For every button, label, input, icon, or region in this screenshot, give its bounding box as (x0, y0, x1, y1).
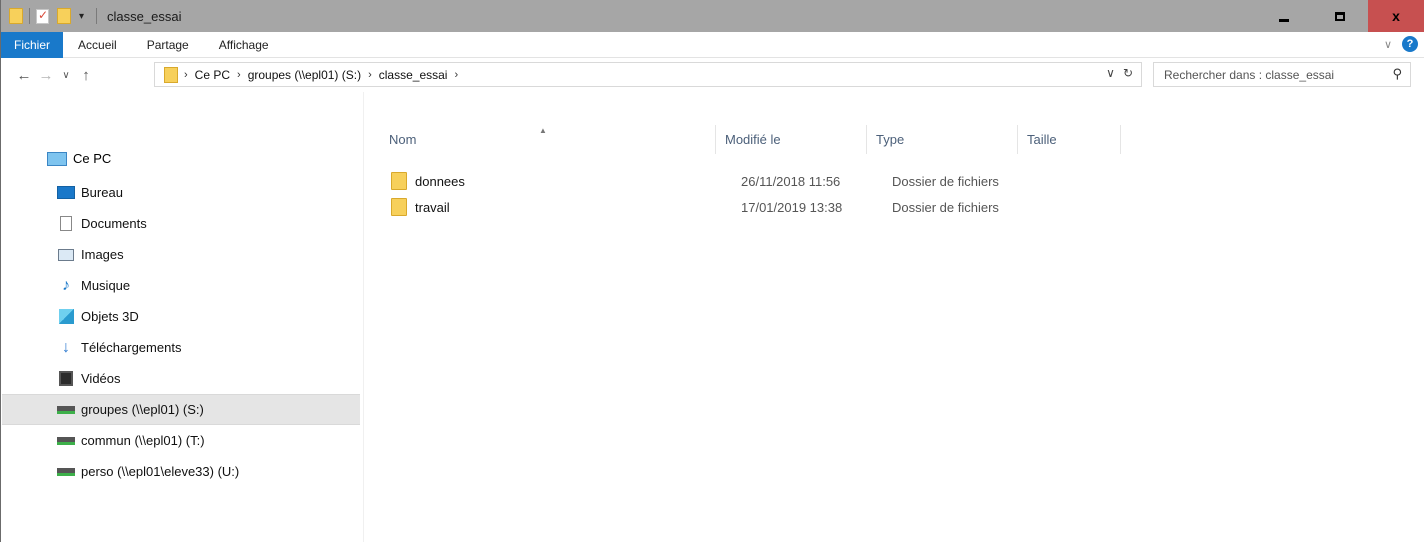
recent-locations-chevron-icon[interactable]: ∨ (57, 70, 75, 81)
nav-item-label: Téléchargements (81, 340, 182, 355)
maximize-icon (1335, 11, 1345, 21)
navigation-pane: Ce PC Bureau Documents Images ♪ Musique (2, 92, 364, 542)
music-icon: ♪ (62, 276, 70, 294)
file-list-pane: ▲ Nom Modifié le Type Taille donnees 26/… (364, 92, 1424, 542)
file-name: travail (415, 199, 450, 215)
navigation-row: ← → ∨ ↑ › Ce PC › groupes (\\epl01) (S:)… (1, 58, 1424, 92)
nav-item-objets-3d[interactable]: Objets 3D (2, 301, 363, 332)
back-arrow-icon[interactable]: ← (13, 67, 35, 84)
nav-item-images[interactable]: Images (2, 239, 363, 270)
ribbon-right-controls: ∨ ? (1384, 36, 1418, 52)
nav-item-label: commun (\\epl01) (T:) (81, 433, 205, 448)
breadcrumb-groupes[interactable]: groupes (\\epl01) (S:) (248, 68, 361, 82)
images-icon (57, 247, 75, 263)
maximize-button[interactable] (1312, 0, 1368, 32)
ribbon-tabs: Fichier Accueil Partage Affichage ∨ ? (1, 31, 1424, 58)
breadcrumb-separator-icon[interactable]: › (368, 69, 372, 81)
search-icon[interactable]: ⚲ (1392, 66, 1402, 82)
computer-icon (47, 151, 67, 166)
divider (96, 8, 98, 24)
network-drive-icon (57, 464, 75, 480)
column-header-label: Nom (389, 132, 417, 147)
nav-item-groupes[interactable]: groupes (\\epl01) (S:) (2, 394, 360, 425)
expand-ribbon-chevron-icon[interactable]: ∨ (1384, 38, 1392, 51)
file-name: donnees (415, 173, 465, 189)
refresh-icon[interactable]: ↻ (1123, 66, 1133, 80)
customize-toolbar-dropdown-icon[interactable]: ▾ (79, 11, 84, 22)
nav-item-label: perso (\\epl01\eleve33) (U:) (81, 464, 240, 479)
breadcrumb-separator-icon[interactable]: › (454, 69, 458, 81)
table-row[interactable]: donnees 26/11/2018 11:56 Dossier de fich… (364, 168, 1034, 194)
file-type: Dossier de fichiers (892, 173, 999, 189)
up-arrow-icon[interactable]: ↑ (75, 67, 97, 84)
column-header-modified[interactable]: Modifié le (716, 125, 867, 154)
nav-item-label: Objets 3D (81, 309, 139, 324)
column-header-size[interactable]: Taille (1018, 125, 1121, 154)
documents-icon (57, 216, 75, 232)
help-icon[interactable]: ? (1402, 36, 1418, 52)
nav-item-label: Ce PC (73, 151, 112, 166)
breadcrumb-classe-essai[interactable]: classe_essai (379, 68, 448, 82)
downloads-icon: ↓ (62, 338, 70, 356)
nav-item-label: Vidéos (81, 371, 121, 386)
nav-item-commun[interactable]: commun (\\epl01) (T:) (2, 425, 363, 456)
tab-fichier[interactable]: Fichier (1, 31, 64, 58)
nav-item-label: Images (81, 247, 124, 262)
forward-arrow-icon[interactable]: → (35, 67, 57, 84)
nav-item-this-pc[interactable]: Ce PC (47, 151, 111, 166)
file-type: Dossier de fichiers (892, 199, 999, 215)
address-history-chevron-icon[interactable]: ∨ (1106, 66, 1115, 80)
file-rows: donnees 26/11/2018 11:56 Dossier de fich… (364, 168, 1034, 220)
column-header-type[interactable]: Type (867, 125, 1018, 154)
quick-access-toolbar: ▾ classe_essai (1, 0, 181, 32)
minimize-button[interactable] (1256, 0, 1312, 32)
nav-item-documents[interactable]: Documents (2, 208, 363, 239)
properties-icon[interactable] (36, 8, 49, 24)
nav-item-musique[interactable]: ♪ Musique (2, 270, 363, 301)
breadcrumb-this-pc[interactable]: Ce PC (195, 68, 230, 82)
title-bar: ▾ classe_essai x (1, 0, 1424, 32)
search-box[interactable]: ⚲ (1153, 62, 1411, 87)
tab-partage[interactable]: Partage (132, 32, 204, 58)
explorer-body: Ce PC Bureau Documents Images ♪ Musique (2, 92, 1424, 542)
nav-item-perso[interactable]: perso (\\epl01\eleve33) (U:) (2, 456, 363, 487)
close-button[interactable]: x (1368, 0, 1424, 32)
address-bar-actions: ∨ ↻ (1106, 66, 1133, 80)
folder-icon (9, 8, 23, 24)
folder-icon (391, 198, 407, 216)
folder-icon (164, 66, 178, 83)
nav-item-label: Bureau (81, 185, 123, 200)
desktop-icon (57, 185, 75, 201)
file-modified: 17/01/2019 13:38 (741, 199, 843, 215)
column-headers: ▲ Nom Modifié le Type Taille (364, 125, 1121, 154)
network-drive-icon (57, 402, 75, 418)
file-explorer-window: ▾ classe_essai x Fichier Accueil Partage… (0, 0, 1424, 542)
nav-item-videos[interactable]: Vidéos (2, 363, 363, 394)
network-drive-icon (57, 433, 75, 449)
breadcrumb-separator-icon[interactable]: › (237, 69, 241, 81)
close-icon: x (1392, 8, 1400, 24)
minimize-icon (1279, 18, 1289, 22)
tab-affichage[interactable]: Affichage (204, 32, 284, 58)
table-row[interactable]: travail 17/01/2019 13:38 Dossier de fich… (364, 194, 1034, 220)
window-title: classe_essai (107, 8, 182, 24)
nav-item-telechargements[interactable]: ↓ Téléchargements (2, 332, 363, 363)
nav-item-label: groupes (\\epl01) (S:) (81, 402, 204, 417)
objects3d-icon (57, 309, 75, 325)
nav-item-label: Documents (81, 216, 147, 231)
address-bar[interactable]: › Ce PC › groupes (\\epl01) (S:) › class… (154, 62, 1142, 87)
videos-icon (57, 371, 75, 387)
tab-accueil[interactable]: Accueil (63, 32, 132, 58)
new-folder-icon[interactable] (57, 8, 71, 24)
breadcrumb-separator-icon[interactable]: › (184, 69, 188, 81)
folder-icon (391, 172, 407, 190)
file-modified: 26/11/2018 11:56 (741, 173, 841, 189)
column-header-name[interactable]: ▲ Nom (364, 125, 716, 154)
search-input[interactable] (1164, 67, 1374, 82)
window-controls: x (1256, 0, 1424, 32)
sort-ascending-icon: ▲ (539, 126, 547, 135)
divider (29, 8, 30, 24)
nav-item-bureau[interactable]: Bureau (2, 177, 363, 208)
nav-item-label: Musique (81, 278, 131, 293)
